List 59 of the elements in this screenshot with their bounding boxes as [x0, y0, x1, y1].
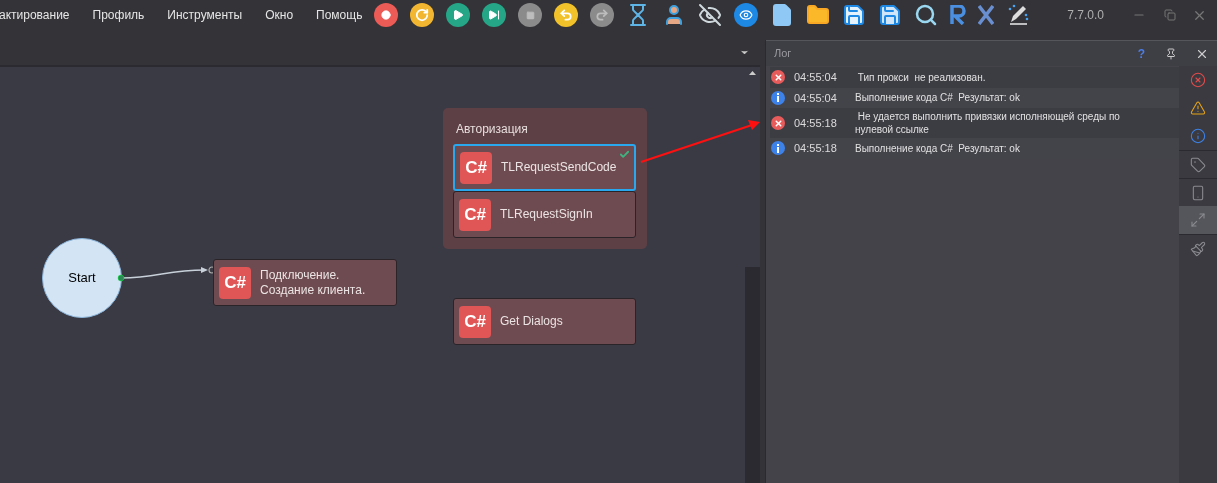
- tag-icon[interactable]: [1190, 156, 1206, 173]
- folder-icon[interactable]: [806, 3, 831, 27]
- record-icon[interactable]: [374, 3, 399, 27]
- error-icon: [771, 116, 785, 130]
- letter-x-icon[interactable]: [978, 5, 995, 25]
- pencil-icon[interactable]: [1006, 3, 1031, 27]
- letter-r-icon[interactable]: [950, 5, 967, 25]
- log-title: Лог: [774, 46, 792, 62]
- log-time: 04:55:18: [794, 115, 838, 131]
- warning-filter-icon[interactable]: [1190, 100, 1206, 116]
- stop-icon[interactable]: [518, 3, 543, 27]
- version-label: 7.7.0.0: [1067, 7, 1104, 24]
- csharp-badge: C#: [459, 198, 491, 231]
- code-node[interactable]: C# TLRequestSendCode: [453, 144, 636, 191]
- code-node[interactable]: C# Подключение. Создание клиента.: [213, 259, 397, 306]
- log-message: Тип прокси не реализован.: [856, 70, 987, 84]
- node-title: Get Dialogs: [500, 314, 563, 329]
- scrollbar[interactable]: [745, 67, 760, 483]
- code-node[interactable]: C# TLRequestSignIn: [453, 191, 636, 238]
- menu-item[interactable]: Окно: [265, 6, 294, 24]
- brush-icon[interactable]: [1190, 240, 1206, 257]
- step-icon[interactable]: [482, 3, 507, 27]
- save-as-icon[interactable]: [878, 3, 903, 27]
- info-icon: [771, 141, 785, 156]
- refresh-icon[interactable]: [410, 3, 435, 27]
- node-title: TLRequestSendCode: [501, 160, 617, 175]
- log-entry[interactable]: 04:55:04 Тип прокси не реализован.: [770, 67, 1179, 88]
- info-filter-icon[interactable]: [1190, 128, 1206, 144]
- menu-item[interactable]: Помощь: [316, 6, 363, 24]
- log-message: Выполнение кода C# Результат: ok: [855, 141, 1021, 155]
- start-label: Start: [68, 269, 96, 288]
- log-message: Выполнение кода C# Результат: ok: [855, 91, 1021, 105]
- csharp-badge: C#: [459, 305, 491, 338]
- csharp-badge: C#: [460, 151, 492, 184]
- log-entry[interactable]: 04:55:18 Не удается выполнить привязки исполняющей среды по нулевой ссылке: [770, 108, 1179, 138]
- menu-item[interactable]: актирование: [0, 6, 70, 24]
- node-title: TLRequestSignIn: [500, 207, 593, 222]
- node-title: Подключение. Создание клиента.: [260, 267, 366, 298]
- group-title: Авторизация: [456, 121, 528, 138]
- log-time: 04:55:04: [794, 90, 838, 106]
- log-time: 04:55:18: [794, 141, 838, 156]
- error-icon: [771, 70, 785, 85]
- error-filter-icon[interactable]: [1190, 72, 1206, 88]
- menu-item[interactable]: Инструменты: [167, 6, 243, 24]
- log-time: 04:55:04: [794, 70, 838, 85]
- phone-icon[interactable]: [1190, 184, 1206, 201]
- info-icon: [771, 90, 785, 105]
- pin-icon[interactable]: [1165, 47, 1177, 60]
- save-icon[interactable]: [842, 3, 867, 27]
- log-message: Не удается выполнить привязки исполняющей среды по нулевой ссылке: [855, 110, 1121, 136]
- play-icon[interactable]: [446, 3, 471, 27]
- menu-item[interactable]: Профиль: [92, 6, 145, 24]
- start-node[interactable]: Start: [42, 238, 122, 318]
- redo-icon[interactable]: [590, 3, 615, 27]
- hidden-eye-icon[interactable]: [698, 3, 723, 27]
- undo-icon[interactable]: [554, 3, 579, 27]
- code-node[interactable]: C# Get Dialogs: [453, 298, 636, 345]
- csharp-badge: C#: [219, 266, 251, 299]
- search-icon[interactable]: [914, 3, 939, 27]
